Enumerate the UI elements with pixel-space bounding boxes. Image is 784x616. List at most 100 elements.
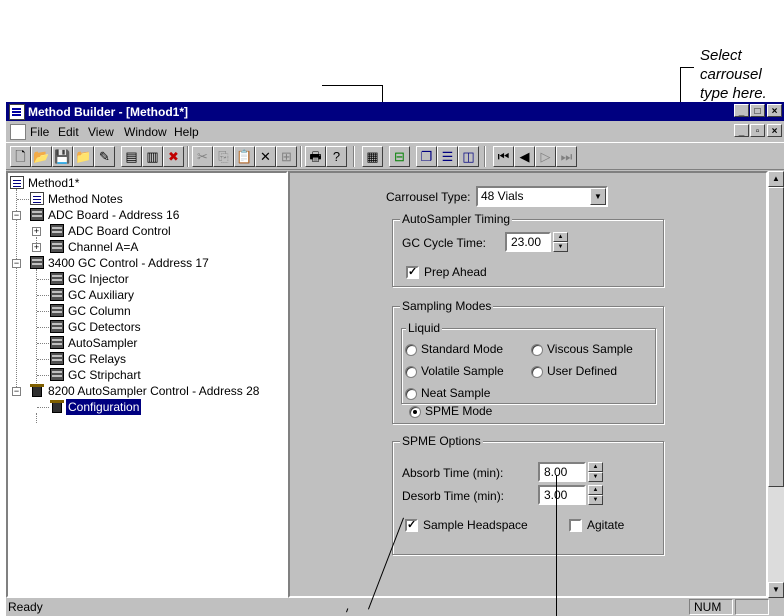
- cut-button[interactable]: ✂: [192, 146, 213, 167]
- tree-item-label: GC Column: [68, 304, 131, 318]
- absorb-time-spinner[interactable]: ▲ ▼: [588, 462, 603, 482]
- tree-line: [37, 295, 49, 296]
- absorb-time-field[interactable]: 8.00: [538, 462, 586, 482]
- gc-icon: [50, 368, 64, 381]
- method-notes-button[interactable]: ▤: [121, 146, 142, 167]
- help-button[interactable]: ?: [326, 146, 347, 167]
- delete-method-button[interactable]: ✖: [163, 146, 184, 167]
- menu-window[interactable]: Window: [124, 125, 167, 139]
- tree-button[interactable]: ⊟: [389, 146, 410, 167]
- cut-icon: ✂: [197, 149, 208, 164]
- document-icon[interactable]: [10, 124, 26, 140]
- prep-ahead-label: Prep Ahead: [424, 265, 487, 279]
- tree-line: [17, 199, 31, 200]
- expand-icon[interactable]: +: [32, 227, 41, 236]
- prep-ahead-checkbox[interactable]: ✓: [406, 266, 419, 279]
- new-button[interactable]: 🗋: [10, 146, 31, 167]
- mdi-close-button[interactable]: ×: [767, 124, 782, 137]
- scroll-up-icon[interactable]: ▲: [768, 171, 784, 187]
- callout-text: Select carrousel type here.: [700, 46, 784, 103]
- insert-button[interactable]: ⊞: [276, 146, 297, 167]
- maximize-button[interactable]: □: [750, 104, 765, 117]
- collapse-icon[interactable]: −: [12, 211, 21, 220]
- standard-mode-radio[interactable]: [405, 344, 417, 356]
- split-horizontal-button[interactable]: ☰: [437, 146, 458, 167]
- tree-icon: ⊟: [394, 149, 405, 164]
- gc-cycle-time-spinner[interactable]: ▲ ▼: [553, 232, 568, 252]
- autosampler-timing-group: AutoSampler Timing GC Cycle Time: 23.00 …: [392, 212, 664, 287]
- menu-view[interactable]: View: [88, 125, 114, 139]
- title-bar[interactable]: Method Builder - [Method1*] _ □ ×: [6, 102, 784, 121]
- agitate-checkbox[interactable]: [569, 519, 582, 532]
- method-notes-icon: ▤: [125, 149, 138, 164]
- delete-button[interactable]: ✕: [255, 146, 276, 167]
- method-tree[interactable]: Method1* Method Notes − ADC Board - Addr…: [6, 171, 288, 598]
- sample-headspace-checkbox[interactable]: ✓: [405, 519, 418, 532]
- close-button[interactable]: ×: [767, 104, 782, 117]
- board-icon: [30, 208, 44, 221]
- spin-down-icon[interactable]: ▼: [588, 495, 603, 505]
- vertical-scrollbar[interactable]: ▲ ▼: [768, 171, 784, 598]
- tree-item-label: Method Notes: [48, 192, 123, 206]
- scroll-down-icon[interactable]: ▼: [768, 582, 784, 598]
- spme-mode-radio[interactable]: [409, 406, 421, 418]
- expand-icon[interactable]: +: [32, 243, 41, 252]
- save-button[interactable]: 💾: [52, 146, 73, 167]
- print-button[interactable]: 🖶: [305, 146, 326, 167]
- minimize-button[interactable]: _: [734, 104, 749, 117]
- user-defined-radio[interactable]: [531, 366, 543, 378]
- desorb-time-spinner[interactable]: ▲ ▼: [588, 485, 603, 505]
- tree-item-label: GC Auxiliary: [68, 288, 135, 302]
- collapse-icon[interactable]: −: [12, 259, 21, 268]
- first-button[interactable]: ⏮: [493, 146, 514, 167]
- open-folder-button[interactable]: 📁: [73, 146, 94, 167]
- scroll-thumb[interactable]: [768, 187, 784, 487]
- wand-button[interactable]: ✎: [94, 146, 115, 167]
- split-vertical-button[interactable]: ◫: [458, 146, 479, 167]
- last-button[interactable]: ⏭: [556, 146, 577, 167]
- collapse-icon[interactable]: −: [12, 387, 21, 396]
- cascade-button[interactable]: ❐: [416, 146, 437, 167]
- callout-leader: [680, 67, 694, 68]
- tree-line: [36, 413, 37, 423]
- desorb-time-field[interactable]: 3.00: [538, 485, 586, 505]
- previous-button[interactable]: ◀: [514, 146, 535, 167]
- app-icon[interactable]: [9, 104, 25, 120]
- spin-down-icon[interactable]: ▼: [588, 472, 603, 482]
- mdi-minimize-button[interactable]: _: [734, 124, 749, 137]
- spin-up-icon[interactable]: ▲: [588, 485, 603, 495]
- tree-item-label: 3400 GC Control - Address 17: [48, 256, 209, 270]
- next-button[interactable]: ▷: [535, 146, 556, 167]
- sampling-modes-title: Sampling Modes: [400, 299, 494, 313]
- tree-item-label: AutoSampler: [68, 336, 138, 350]
- viscous-sample-radio[interactable]: [531, 344, 543, 356]
- menu-file[interactable]: File: [30, 125, 49, 139]
- pointer-line: [322, 85, 382, 86]
- autosampler-timing-title: AutoSampler Timing: [400, 212, 513, 226]
- tile-icon: ▦: [366, 149, 379, 164]
- neat-sample-radio[interactable]: [405, 388, 417, 400]
- configuration-pane: Carrousel Type: 48 Vials ▼ AutoSampler T…: [288, 171, 768, 598]
- desorb-time-label: Desorb Time (min):: [402, 489, 505, 503]
- import-button[interactable]: ▥: [142, 146, 163, 167]
- copy-button[interactable]: ⎘: [213, 146, 234, 167]
- carrousel-type-select[interactable]: 48 Vials ▼: [476, 186, 608, 207]
- volatile-sample-radio[interactable]: [405, 366, 417, 378]
- menu-help[interactable]: Help: [174, 125, 199, 139]
- paste-button[interactable]: 📋: [234, 146, 255, 167]
- menu-edit[interactable]: Edit: [58, 125, 79, 139]
- spin-up-icon[interactable]: ▲: [588, 462, 603, 472]
- sample-headspace-label: Sample Headspace: [423, 518, 528, 532]
- channel-icon: [50, 240, 64, 253]
- liquid-group: Liquid Standard Mode Viscous Sample Vola…: [401, 321, 656, 404]
- tree-root-label: Method1*: [28, 176, 80, 190]
- chevron-down-icon[interactable]: ▼: [590, 188, 606, 205]
- mdi-restore-button[interactable]: ▫: [750, 124, 765, 137]
- spin-up-icon[interactable]: ▲: [553, 232, 568, 242]
- open-button[interactable]: 📂: [31, 146, 52, 167]
- tile-button[interactable]: ▦: [362, 146, 383, 167]
- status-text: Ready: [8, 600, 43, 614]
- carrousel-type-value: 48 Vials: [481, 189, 524, 203]
- gc-cycle-time-field[interactable]: 23.00: [505, 232, 551, 252]
- spin-down-icon[interactable]: ▼: [553, 242, 568, 252]
